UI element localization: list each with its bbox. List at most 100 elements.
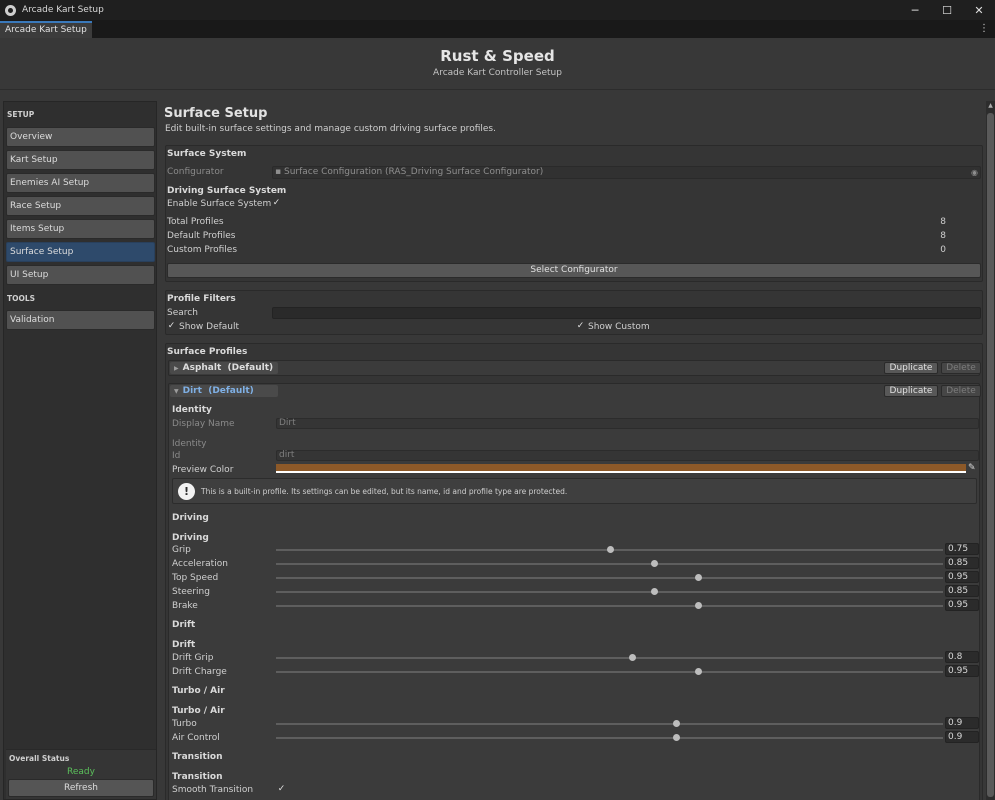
help-text: This is a built-in profile. Its settings…	[201, 487, 568, 496]
drift-charge-value-field[interactable]: 0.95	[945, 665, 979, 677]
acceleration-label: Acceleration	[172, 559, 228, 569]
profile-asphalt: ▶ Asphalt (Default) Duplicate Delete	[168, 360, 981, 376]
id-label: Id	[172, 451, 181, 461]
preview-color-swatch[interactable]	[276, 464, 966, 473]
sidebar-item-ui-setup[interactable]: UI Setup	[6, 265, 155, 285]
custom-profiles-label: Custom Profiles	[167, 245, 238, 255]
profile-filters-panel: Profile Filters Search ✓ Show Default ✓ …	[165, 290, 983, 335]
drift-grip-slider-track[interactable]	[276, 657, 943, 659]
grip-slider-thumb[interactable]	[606, 546, 614, 553]
sidebar-item-items-setup[interactable]: Items Setup	[6, 219, 155, 239]
preview-color-label: Preview Color	[172, 465, 234, 475]
grip-label: Grip	[172, 545, 191, 555]
dirt-duplicate-button[interactable]: Duplicate	[884, 385, 938, 397]
profile-asphalt-tag: (Default)	[227, 363, 274, 373]
vertical-scrollbar[interactable]: ▲	[986, 101, 995, 800]
scrollbar-thumb[interactable]	[987, 113, 994, 797]
drift-charge-slider-track[interactable]	[276, 671, 943, 673]
default-profiles-value: 8	[940, 231, 946, 241]
display-name-field: Dirt	[276, 418, 979, 429]
transition-heading: Transition	[172, 752, 223, 762]
steering-slider-thumb[interactable]	[650, 588, 658, 595]
brake-slider-thumb[interactable]	[695, 602, 703, 609]
default-profiles-label: Default Profiles	[167, 231, 236, 241]
show-default-checkbox[interactable]: ✓	[167, 322, 176, 331]
dirt-delete-button[interactable]: Delete	[941, 385, 981, 397]
profile-asphalt-foldout[interactable]: ▶ Asphalt (Default)	[170, 362, 278, 374]
maximize-button[interactable]: ☐	[931, 0, 963, 20]
turbo-air-subheading: Turbo / Air	[172, 706, 225, 716]
asphalt-duplicate-button[interactable]: Duplicate	[884, 362, 938, 374]
drift-heading: Drift	[172, 620, 196, 630]
acceleration-slider-thumb[interactable]	[650, 560, 658, 567]
sidebar-item-overview[interactable]: Overview	[6, 127, 155, 147]
asphalt-delete-button[interactable]: Delete	[941, 362, 981, 374]
brake-value-field[interactable]: 0.95	[945, 599, 979, 611]
surface-profiles-title: Surface Profiles	[167, 347, 248, 357]
driving-subheading: Driving	[172, 533, 209, 543]
scroll-up-icon[interactable]: ▲	[986, 101, 995, 110]
steering-value-field[interactable]: 0.85	[945, 585, 979, 597]
display-name-label: Display Name	[172, 419, 235, 429]
acceleration-value-field[interactable]: 0.85	[945, 557, 979, 569]
turbo-air-heading: Turbo / Air	[172, 686, 225, 696]
kebab-menu-icon[interactable]: ⋮	[979, 22, 989, 36]
surface-system-panel: Surface System Configurator ▪ Surface Co…	[165, 145, 983, 282]
main-content: Surface Setup Edit built-in surface sett…	[161, 101, 986, 800]
smooth-transition-checkbox[interactable]: ✓	[277, 785, 286, 794]
turbo-value-field[interactable]: 0.9	[945, 717, 979, 729]
profile-dirt-foldout[interactable]: ▼ Dirt (Default)	[170, 385, 278, 397]
turbo-label: Turbo	[172, 719, 197, 729]
transition-subheading: Transition	[172, 772, 223, 782]
sidebar-heading-tools: TOOLS	[7, 294, 36, 303]
refresh-button[interactable]: Refresh	[8, 779, 154, 797]
steering-slider-track[interactable]	[276, 591, 943, 593]
surface-profiles-panel: Surface Profiles ▶ Asphalt (Default) Dupl…	[165, 343, 983, 800]
turbo-slider-thumb[interactable]	[673, 720, 681, 727]
configurator-value: Surface Configuration (RAS_Driving Surfa…	[283, 167, 544, 177]
drift-grip-slider-thumb[interactable]	[628, 654, 636, 661]
page-description: Edit built-in surface settings and manag…	[165, 124, 496, 134]
sidebar-item-validation[interactable]: Validation	[6, 310, 155, 330]
enable-surface-system-label: Enable Surface System	[167, 199, 272, 209]
overall-status-title: Overall Status	[9, 754, 70, 763]
tab-arcade-kart-setup[interactable]: Arcade Kart Setup	[0, 21, 92, 38]
drift-grip-value-field[interactable]: 0.8	[945, 651, 979, 663]
identity-heading: Identity	[172, 405, 212, 415]
minimize-button[interactable]: ─	[899, 0, 931, 20]
turbo-slider-track[interactable]	[276, 723, 943, 725]
sidebar-item-enemies-ai-setup[interactable]: Enemies AI Setup	[6, 173, 155, 193]
configurator-field[interactable]: ▪ Surface Configuration (RAS_Driving Sur…	[272, 166, 981, 179]
overall-status-panel: Overall Status Ready Refresh	[6, 749, 156, 799]
eyedropper-icon[interactable]: ✎	[968, 463, 976, 473]
sidebar-item-kart-setup[interactable]: Kart Setup	[6, 150, 155, 170]
close-button[interactable]: ✕	[963, 0, 995, 20]
object-picker-icon[interactable]: ◉	[971, 167, 978, 178]
search-input[interactable]	[272, 307, 981, 319]
air-control-value-field[interactable]: 0.9	[945, 731, 979, 743]
top-speed-slider-track[interactable]	[276, 577, 943, 579]
profile-asphalt-name: Asphalt	[182, 363, 222, 373]
show-default-label: Show Default	[179, 322, 240, 332]
brake-slider-track[interactable]	[276, 605, 943, 607]
sidebar: SETUP Overview Kart Setup Enemies AI Set…	[3, 101, 157, 800]
drift-charge-slider-thumb[interactable]	[695, 668, 703, 675]
select-configurator-button[interactable]: Select Configurator	[167, 263, 981, 278]
page-header: Rust & Speed Arcade Kart Controller Setu…	[0, 38, 995, 90]
total-profiles-label: Total Profiles	[167, 217, 224, 227]
enable-surface-system-checkbox[interactable]: ✓	[272, 199, 281, 208]
configurator-label: Configurator	[167, 167, 224, 177]
acceleration-slider-track[interactable]	[276, 563, 943, 565]
grip-value-field[interactable]: 0.75	[945, 543, 979, 555]
air-control-slider-thumb[interactable]	[673, 734, 681, 741]
profile-filters-title: Profile Filters	[167, 294, 236, 304]
show-custom-checkbox[interactable]: ✓	[576, 322, 585, 331]
top-speed-value-field[interactable]: 0.95	[945, 571, 979, 583]
overall-status-value: Ready	[67, 767, 95, 777]
air-control-slider-track[interactable]	[276, 737, 943, 739]
sidebar-item-surface-setup[interactable]: Surface Setup	[6, 242, 155, 262]
chevron-down-icon: ▼	[174, 388, 179, 395]
brake-label: Brake	[172, 601, 198, 611]
top-speed-slider-thumb[interactable]	[695, 574, 703, 581]
sidebar-item-race-setup[interactable]: Race Setup	[6, 196, 155, 216]
